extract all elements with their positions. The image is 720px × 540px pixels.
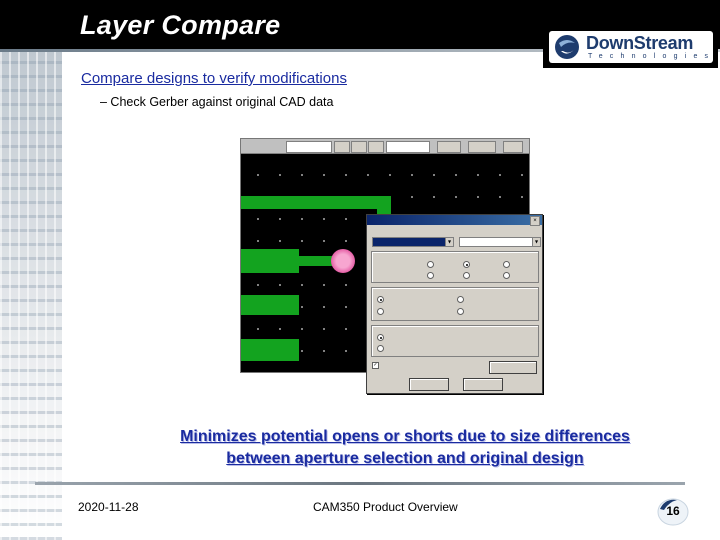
radio-option[interactable] [463,272,470,279]
pcb-pad [241,339,299,361]
ok-button[interactable] [409,378,449,391]
logo-tagline: Technologies [588,53,716,60]
radio-option[interactable] [377,334,384,341]
radio-option[interactable] [457,308,464,315]
radio-option[interactable] [427,261,434,268]
size-group [371,287,539,321]
chevron-down-icon: ▼ [532,238,540,246]
caption: Minimizes potential opens or shorts due … [120,426,690,470]
cancel-button[interactable] [463,378,503,391]
slide-title: Layer Compare [80,10,281,40]
logo-name: DownStream [586,33,694,53]
toolbar-button [334,141,350,153]
toolbar-button [468,141,496,153]
zoom-field [386,141,430,153]
close-icon[interactable]: × [530,216,540,226]
layer-dropdown [286,141,332,153]
checkbox[interactable]: ✓ [372,362,379,369]
caption-line-2: between aperture selection and original … [226,450,584,467]
page-number: 16 [666,504,680,518]
radio-option[interactable] [377,296,384,303]
toolbar-button [368,141,384,153]
layer1-select[interactable]: ▼ [372,237,454,247]
toolbar-button [503,141,523,153]
footer-date: 2020-11-28 [78,500,139,514]
toolbar-button [351,141,367,153]
toolbar-button [437,141,461,153]
options-group [371,251,539,283]
layer2-select[interactable]: ▼ [459,237,541,247]
main-bullet: Compare designs to verify modifications [81,70,347,87]
dialog-title-bar [367,215,542,225]
radio-option[interactable] [503,261,510,268]
sub-bullet: – Check Gerber against original CAD data [100,95,334,109]
dialog-button[interactable] [489,361,537,374]
pcb-background-strip [0,52,62,540]
radio-option[interactable] [503,272,510,279]
radio-option[interactable] [463,261,470,268]
radio-option[interactable] [457,296,464,303]
pcb-pad [241,249,299,273]
radio-option[interactable] [427,272,434,279]
downstream-logo-icon [555,35,579,59]
radio-option[interactable] [377,345,384,352]
caption-line-1: Minimizes potential opens or shorts due … [180,428,630,445]
highlighted-pad [331,249,355,273]
chevron-down-icon: ▼ [445,238,453,246]
pcb-trace [241,196,391,209]
compare-layers-dialog: × ▼ ▼ ✓ [366,214,543,394]
radio-option[interactable] [377,308,384,315]
footer-divider [35,482,685,485]
footer-title: CAM350 Product Overview [313,500,458,514]
app-toolbar [241,139,529,154]
pcb-trace [299,256,333,266]
compare-area-group [371,325,539,357]
pcb-pad [241,295,299,315]
